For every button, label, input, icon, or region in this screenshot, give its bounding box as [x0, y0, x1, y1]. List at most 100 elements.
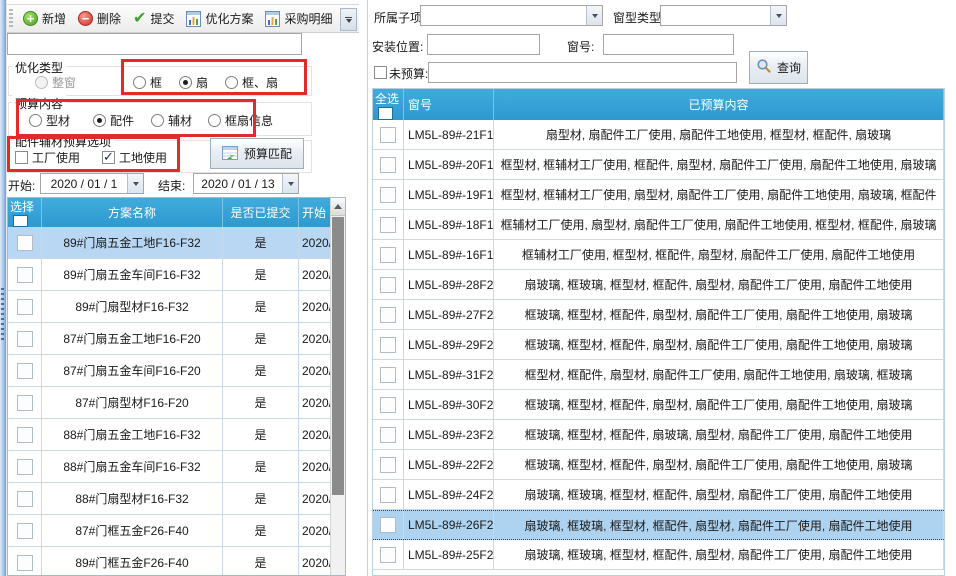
delete-button[interactable]: − 删除 [72, 7, 127, 30]
window-row-checkbox[interactable] [380, 427, 396, 443]
checkbox-site-use[interactable]: 工地使用 [102, 149, 167, 166]
plan-submitted: 是 [223, 387, 299, 418]
plan-row-checkbox[interactable] [17, 555, 33, 571]
scrollbar-thumb[interactable] [332, 217, 344, 495]
window-row[interactable]: LM5L-89#-24F22 扇玻璃, 框玻璃, 框型材, 框配件, 扇型材, … [373, 480, 944, 510]
window-row-checkbox[interactable] [380, 547, 396, 563]
window-col-select-all[interactable]: 全选 [373, 89, 404, 120]
plan-row[interactable]: 87#门框五金F26-F40 是 2020/0 [8, 515, 345, 547]
plan-row[interactable]: 88#门扇五金车间F16-F32 是 2020/0 [8, 451, 345, 483]
submit-button[interactable]: ✔ 提交 [127, 7, 180, 30]
plan-row-checkbox[interactable] [17, 363, 33, 379]
radio-frame-sash-info[interactable]: 框扇信息 [208, 112, 273, 129]
install-position-input[interactable] [427, 34, 540, 55]
window-row-checkbox[interactable] [380, 127, 396, 143]
query-button[interactable]: 查询 [749, 51, 808, 84]
chevron-down-icon[interactable] [770, 6, 786, 25]
radio-sash[interactable]: 扇 [179, 74, 208, 91]
plan-row[interactable]: 89#门扇五金工地F16-F32 是 2020/0 [8, 227, 345, 259]
plan-row-checkbox[interactable] [17, 523, 33, 539]
plan-row-checkbox[interactable] [17, 491, 33, 507]
end-date-picker[interactable]: 2020 / 01 / 13 [193, 173, 299, 194]
report-icon [265, 11, 280, 27]
window-row[interactable]: LM5L-89#-23F21 框玻璃, 框型材, 框配件, 扇玻璃, 扇型材, … [373, 420, 944, 450]
plan-row[interactable]: 88#门扇型材F16-F32 是 2020/0 [8, 483, 345, 515]
window-row[interactable]: LM5L-89#-26F24 扇玻璃, 框玻璃, 框型材, 框配件, 扇型材, … [373, 510, 944, 540]
window-row[interactable]: LM5L-89#-27F25 框玻璃, 框型材, 框配件, 扇型材, 扇配件工厂… [373, 300, 944, 330]
select-all-windows-checkbox[interactable] [378, 107, 393, 120]
start-date-picker[interactable]: 2020 / 01 / 1 [40, 173, 144, 194]
toolbar-grip-icon[interactable] [9, 9, 13, 28]
radio-profile[interactable]: 型材 [29, 112, 70, 129]
window-row-checkbox[interactable] [380, 307, 396, 323]
window-row-checkbox[interactable] [380, 517, 396, 533]
plan-search-input[interactable] [7, 33, 302, 55]
window-col-budgeted-content[interactable]: 已预算内容 [494, 89, 944, 120]
unbudgeted-checkbox[interactable] [374, 66, 387, 79]
plan-table-scrollbar[interactable] [330, 198, 345, 575]
plan-row-checkbox[interactable] [17, 331, 33, 347]
plan-row-checkbox[interactable] [17, 267, 33, 283]
plan-row-checkbox[interactable] [17, 235, 33, 251]
window-row-checkbox[interactable] [380, 247, 396, 263]
plan-row-checkbox[interactable] [17, 459, 33, 475]
radio-accessory[interactable]: 配件 [93, 112, 134, 129]
plan-col-name[interactable]: 方案名称 [42, 198, 223, 227]
chevron-down-icon[interactable] [282, 174, 298, 193]
window-row[interactable] [373, 570, 944, 576]
window-row-checkbox[interactable] [380, 457, 396, 473]
window-row-checkbox[interactable] [380, 397, 396, 413]
window-row[interactable]: LM5L-89#-31F29 框型材, 框配件, 扇型材, 扇配件工厂使用, 扇… [373, 360, 944, 390]
toolbar-overflow-button[interactable] [340, 8, 357, 31]
scroll-up-button[interactable] [331, 198, 345, 216]
plan-row[interactable]: 87#门扇五金车间F16-F20 是 2020/0 [8, 355, 345, 387]
window-row-checkbox[interactable] [380, 157, 396, 173]
plan-col-select[interactable]: 选择 [8, 198, 42, 227]
window-type-select[interactable] [660, 5, 787, 26]
window-row[interactable]: LM5L-89#-25F23 扇玻璃, 框玻璃, 框型材, 框配件, 扇型材, … [373, 540, 944, 570]
window-row[interactable]: LM5L-89#-29F27 框玻璃, 框型材, 框配件, 扇型材, 扇配件工厂… [373, 330, 944, 360]
plan-row-checkbox[interactable] [17, 427, 33, 443]
budget-match-button[interactable]: 预算匹配 [210, 138, 304, 169]
window-row-checkbox[interactable] [380, 367, 396, 383]
window-row[interactable]: LM5L-89#-19F17 框型材, 框辅材工厂使用, 扇型材, 扇配件工厂使… [373, 180, 944, 210]
window-row[interactable]: LM5L-89#-21F19 扇型材, 扇配件工厂使用, 扇配件工地使用, 框型… [373, 120, 944, 150]
plan-row[interactable]: 89#门扇型材F16-F32 是 2020/0 [8, 291, 345, 323]
window-row[interactable]: LM5L-89#-20F18 框型材, 框辅材工厂使用, 框配件, 扇型材, 扇… [373, 150, 944, 180]
window-row-checkbox[interactable] [380, 487, 396, 503]
plan-row-checkbox[interactable] [17, 395, 33, 411]
sub-item-select[interactable] [420, 5, 603, 26]
window-row-checkbox[interactable] [380, 277, 396, 293]
plan-row-checkbox[interactable] [17, 299, 33, 315]
plan-row[interactable]: 89#门扇五金车间F16-F32 是 2020/0 [8, 259, 345, 291]
window-row[interactable]: LM5L-89#-18F16 框辅材工厂使用, 扇型材, 扇配件工厂使用, 扇配… [373, 210, 944, 240]
plan-row[interactable]: 87#门扇五金工地F16-F20 是 2020/0 [8, 323, 345, 355]
radio-whole-window[interactable]: 整窗 [35, 74, 76, 91]
radio-frame[interactable]: 框 [133, 74, 162, 91]
window-row-checkbox[interactable] [380, 187, 396, 203]
chevron-down-icon[interactable] [127, 174, 143, 193]
plan-row[interactable]: 89#门框五金F26-F40 是 2020/0 [8, 547, 345, 576]
add-button[interactable]: + 新增 [17, 7, 72, 30]
radio-auxiliary[interactable]: 辅材 [151, 112, 192, 129]
window-row[interactable]: LM5L-89#-30F28 框玻璃, 框型材, 框配件, 扇型材, 扇配件工厂… [373, 390, 944, 420]
window-no: LM5L-89#-18F16 [404, 210, 494, 239]
window-row[interactable]: LM5L-89#-22F20 框玻璃, 框型材, 框配件, 扇型材, 扇配件工厂… [373, 450, 944, 480]
collapsed-panel-splitter[interactable] [0, 0, 7, 576]
window-no-input[interactable] [603, 34, 734, 55]
window-col-no[interactable]: 窗号 [404, 89, 494, 120]
plan-row[interactable]: 88#门扇五金工地F16-F32 是 2020/0 [8, 419, 345, 451]
optimize-plan-button[interactable]: 优化方案 [180, 7, 259, 30]
window-row[interactable]: LM5L-89#-28F26 扇玻璃, 框玻璃, 框型材, 框配件, 扇型材, … [373, 270, 944, 300]
checkbox-factory-use[interactable]: 工厂使用 [15, 149, 80, 166]
plan-row[interactable]: 87#门扇型材F16-F20 是 2020/0 [8, 387, 345, 419]
radio-frame-sash[interactable]: 框、扇 [225, 74, 278, 91]
unbudgeted-input[interactable] [428, 62, 737, 83]
window-row[interactable]: LM5L-89#-16F15 框辅材工厂使用, 框型材, 框配件, 扇型材, 扇… [373, 240, 944, 270]
window-no: LM5L-89#-24F22 [404, 480, 494, 509]
window-row-checkbox[interactable] [380, 337, 396, 353]
plan-col-submitted[interactable]: 是否已提交 [223, 198, 299, 227]
select-all-plans-checkbox[interactable] [13, 215, 28, 227]
window-row-checkbox[interactable] [380, 217, 396, 233]
chevron-down-icon[interactable] [586, 6, 602, 25]
